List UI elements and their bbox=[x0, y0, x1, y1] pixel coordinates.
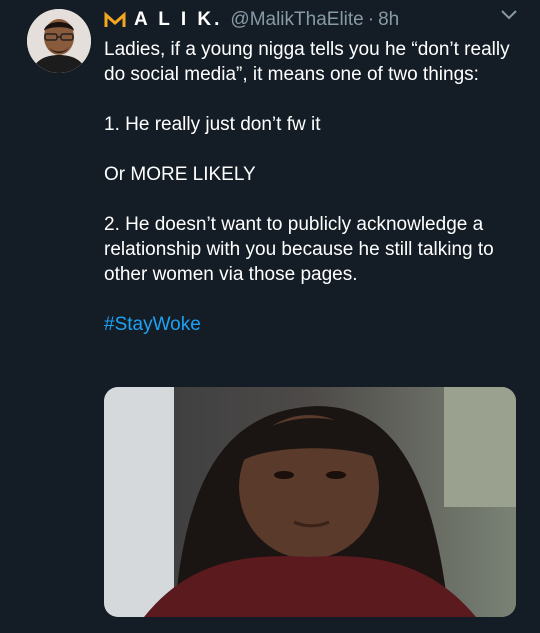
avatar-image bbox=[27, 9, 91, 73]
chevron-down-icon[interactable] bbox=[500, 8, 518, 20]
separator-dot: · bbox=[367, 9, 375, 30]
tweet-media[interactable] bbox=[104, 387, 516, 617]
timestamp[interactable]: 8h bbox=[378, 9, 399, 31]
tweet: A L I K. @MalikThaElite · 8h Ladies, if … bbox=[0, 0, 540, 633]
display-name[interactable]: A L I K. bbox=[134, 9, 222, 31]
media-image bbox=[104, 387, 516, 617]
tweet-text: Ladies, if a young nigga tells you he “d… bbox=[104, 37, 524, 337]
avatar[interactable] bbox=[27, 9, 91, 73]
tweet-line: 2. He doesn’t want to publicly acknowled… bbox=[104, 214, 494, 285]
crown-m-icon bbox=[104, 11, 126, 27]
tweet-header: A L I K. @MalikThaElite · 8h bbox=[104, 7, 520, 33]
tweet-line: Or MORE LIKELY bbox=[104, 164, 256, 185]
tweet-line: Ladies, if a young nigga tells you he “d… bbox=[104, 39, 510, 85]
tweet-line: 1. He really just don’t fw it bbox=[104, 114, 321, 135]
user-handle[interactable]: @MalikThaElite bbox=[230, 9, 363, 31]
hashtag-link[interactable]: #StayWoke bbox=[104, 314, 201, 335]
